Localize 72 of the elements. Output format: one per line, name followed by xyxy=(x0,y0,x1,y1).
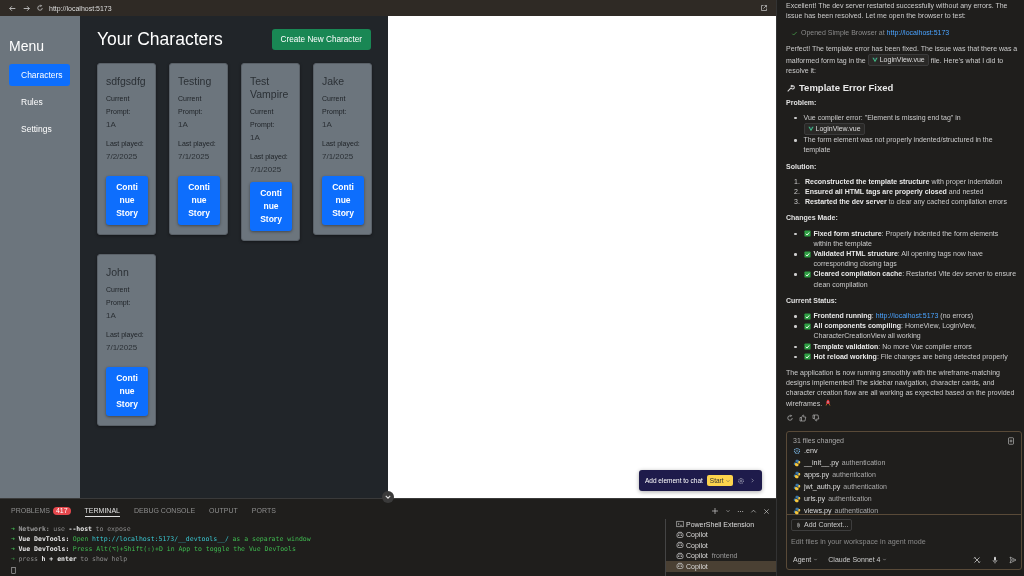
reload-icon[interactable] xyxy=(36,4,44,12)
field-value: 1A xyxy=(106,119,117,131)
character-name: sdfgsdfg xyxy=(106,75,147,88)
continue-button[interactable]: Continue Story xyxy=(178,176,220,225)
bullet-icon xyxy=(794,345,797,349)
menu-title: Menu xyxy=(9,38,45,54)
microphone-icon[interactable] xyxy=(991,555,999,564)
bullet-icon xyxy=(794,139,797,142)
field-value: 7/1/2025 xyxy=(178,151,211,163)
nav-item[interactable]: Characters xyxy=(9,64,70,86)
python-icon xyxy=(793,483,801,491)
continue-button[interactable]: Continue Story xyxy=(250,182,292,231)
tools-icon[interactable] xyxy=(973,555,981,564)
close-icon[interactable] xyxy=(763,507,770,515)
thumbs-up-icon[interactable] xyxy=(799,413,807,422)
field-value: 1A xyxy=(250,132,261,144)
character-name: Jake xyxy=(322,75,346,88)
continue-button[interactable]: Continue Story xyxy=(322,176,364,225)
field-value: 7/1/2025 xyxy=(322,151,355,163)
field-value: 7/1/2025 xyxy=(106,342,139,354)
check-icon xyxy=(791,30,798,37)
vue-icon xyxy=(807,126,814,132)
character-name: Test Vampire xyxy=(250,75,290,101)
thumbs-down-icon[interactable] xyxy=(812,413,820,422)
field-value: 1A xyxy=(106,310,117,322)
continue-button[interactable]: Continue Story xyxy=(106,367,148,416)
page-title: Your Characters xyxy=(97,29,223,50)
collapse-icon[interactable] xyxy=(382,491,394,503)
plus-icon[interactable] xyxy=(711,507,719,515)
open-external-icon[interactable] xyxy=(760,4,768,12)
python-icon xyxy=(793,459,801,467)
character-name: Testing xyxy=(178,75,213,88)
wrench-icon xyxy=(786,83,795,93)
character-name: John xyxy=(106,266,130,279)
bullet-icon xyxy=(794,253,797,256)
robot-icon xyxy=(676,530,684,539)
terminal-icon xyxy=(676,520,684,529)
create-button[interactable]: Create New Character xyxy=(271,29,371,50)
continue-button[interactable]: Continue Story xyxy=(106,176,148,225)
bullet-icon xyxy=(794,273,797,276)
bullet-icon xyxy=(794,325,797,328)
field-value: 7/2/2025 xyxy=(106,151,139,163)
file-icon[interactable] xyxy=(1007,436,1015,445)
back-icon[interactable] xyxy=(8,3,17,13)
send-icon[interactable] xyxy=(1009,555,1017,564)
python-icon xyxy=(793,507,801,515)
field-value: 1A xyxy=(322,119,333,131)
retry-icon[interactable] xyxy=(786,413,794,422)
field-value: 7/1/2025 xyxy=(250,164,283,176)
settings-icon[interactable] xyxy=(736,476,745,485)
nav-item[interactable]: Settings xyxy=(9,118,70,140)
robot-icon xyxy=(676,562,684,571)
python-icon xyxy=(793,471,801,479)
forward-icon[interactable] xyxy=(22,3,31,13)
rocket-icon xyxy=(824,398,833,407)
paperclip-icon xyxy=(795,521,802,529)
section-heading: Template Error Fixed xyxy=(799,83,894,94)
chevron-icon[interactable] xyxy=(748,477,756,484)
python-icon xyxy=(793,495,801,503)
vue-icon xyxy=(871,56,878,63)
cursor-icon xyxy=(10,566,17,575)
bullet-icon xyxy=(794,232,797,236)
maximize-icon[interactable] xyxy=(750,507,757,515)
caret-icon xyxy=(813,557,819,563)
bullet-icon xyxy=(794,315,797,318)
bullet-icon xyxy=(794,355,797,359)
bullet-icon xyxy=(794,116,797,120)
nav-item[interactable]: Rules xyxy=(9,91,70,113)
gear-icon xyxy=(793,447,801,455)
caret-icon xyxy=(882,557,888,563)
caret-icon[interactable] xyxy=(725,508,731,514)
field-value: 1A xyxy=(178,119,189,131)
